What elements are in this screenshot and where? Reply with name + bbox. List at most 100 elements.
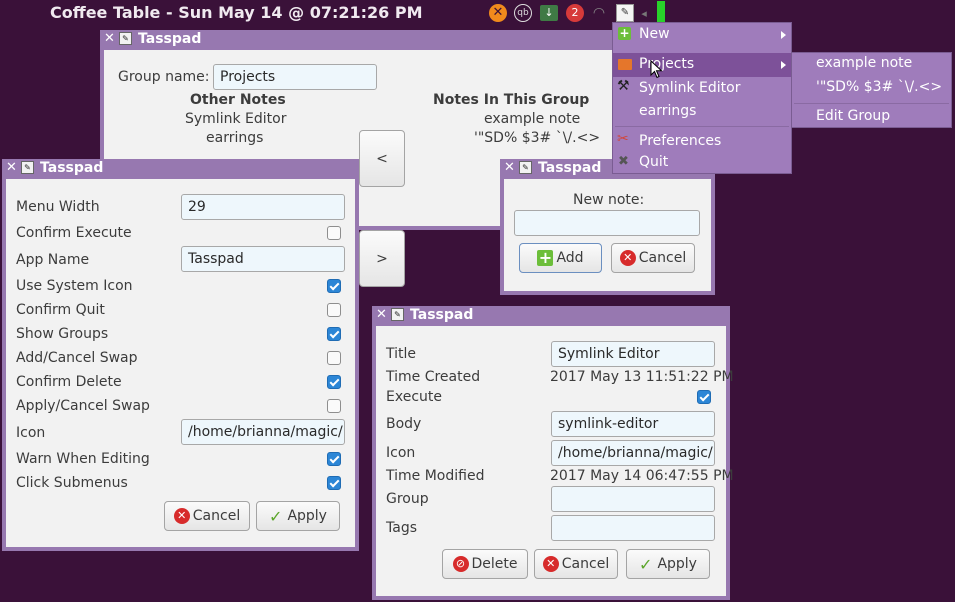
use-system-icon-checkbox[interactable] [327, 279, 341, 293]
top-panel: Coffee Table - Sun May 14 @ 07:21:26 PM … [0, 0, 955, 26]
group-note-item[interactable]: example note [484, 111, 580, 127]
other-note-item[interactable]: earrings [206, 130, 263, 146]
group-note-item[interactable]: '"SD% $3# `\/.<> [474, 130, 600, 146]
move-right-button[interactable]: > [359, 230, 405, 287]
apply-button[interactable]: ✓ Apply [256, 501, 340, 531]
icon-path-input[interactable]: /home/brianna/magic/ [181, 419, 345, 445]
cancel-button-label: Cancel [638, 250, 687, 266]
plus-icon: + [618, 26, 631, 40]
notification-badge-icon[interactable]: 2 [564, 2, 586, 24]
cancel-button-label: Cancel [192, 508, 241, 524]
tasspad-icon: ✎ [391, 308, 404, 321]
menu-width-label: Menu Width [16, 199, 100, 215]
menu-item-label: New [639, 26, 670, 42]
close-icon[interactable]: ✕ [104, 30, 116, 48]
time-modified-value: 2017 May 14 06:47:55 PM [550, 468, 734, 484]
icon-label: Icon [386, 445, 416, 461]
add-button[interactable]: + Add [519, 243, 602, 273]
group-name-label: Group name: [118, 69, 210, 85]
quit-icon: ✖ [618, 154, 629, 169]
download-tray-icon[interactable]: ↓ [538, 2, 560, 24]
tray-menu: + New Projects ⚒ Symlink Editor earrings… [612, 22, 792, 174]
qbittorrent-tray-icon[interactable]: qb [512, 2, 534, 24]
tasspad-icon: ✎ [21, 161, 34, 174]
window-title: Tasspad [410, 307, 474, 323]
note-editor-window-titlebar[interactable]: ✕ ✎ Tasspad [372, 306, 730, 324]
volume-icon[interactable]: ◂ [637, 2, 651, 24]
title-input[interactable]: Symlink Editor [551, 341, 715, 367]
group-label: Group [386, 491, 429, 507]
menu-item-preferences[interactable]: ✂ Preferences [613, 130, 791, 154]
icon-label: Icon [16, 425, 46, 441]
apply-cancel-swap-label: Apply/Cancel Swap [16, 398, 150, 414]
cancel-button[interactable]: ✕ Cancel [164, 501, 250, 531]
menu-item-label: Symlink Editor [639, 80, 741, 96]
menu-item-symlink-editor[interactable]: ⚒ Symlink Editor [613, 77, 791, 101]
show-groups-checkbox[interactable] [327, 327, 341, 341]
xfce-close-tray-icon[interactable]: ✕ [487, 2, 509, 24]
warn-when-editing-label: Warn When Editing [16, 451, 150, 467]
folder-icon [618, 59, 632, 70]
delete-button[interactable]: ⊘ Delete [442, 549, 528, 579]
tasspad-icon: ✎ [119, 32, 132, 45]
menu-item-label: Preferences [639, 133, 722, 149]
plus-icon: + [537, 248, 554, 267]
settings-window-titlebar[interactable]: ✕ ✎ Tasspad [2, 159, 359, 177]
body-label: Body [386, 416, 422, 432]
icon-path-input[interactable]: /home/brianna/magic/ [551, 440, 715, 466]
warn-when-editing-checkbox[interactable] [327, 452, 341, 466]
click-submenus-checkbox[interactable] [327, 476, 341, 490]
wifi-icon[interactable]: ◠ [589, 2, 609, 24]
group-notes-heading: Notes In This Group [433, 92, 590, 108]
body-input[interactable]: symlink-editor [551, 411, 715, 437]
battery-icon [657, 1, 665, 23]
apply-button[interactable]: ✓ Apply [626, 549, 710, 579]
cancel-icon: ✕ [542, 556, 559, 572]
title-label: Title [386, 346, 417, 362]
apply-button-label: Apply [657, 556, 697, 572]
group-window-titlebar[interactable]: ✕ ✎ Tasspad [100, 30, 665, 48]
close-icon[interactable]: ✕ [376, 306, 388, 324]
new-note-input[interactable] [514, 210, 700, 236]
tags-label: Tags [386, 520, 417, 536]
submenu-item-edit-group[interactable]: Edit Group [816, 108, 890, 124]
cancel-button-label: Cancel [561, 556, 610, 572]
panel-clock: Coffee Table - Sun May 14 @ 07:21:26 PM [50, 3, 423, 22]
checkmark-icon: ✓ [639, 554, 653, 574]
close-icon[interactable]: ✕ [6, 159, 18, 177]
confirm-delete-checkbox[interactable] [327, 375, 341, 389]
add-cancel-swap-checkbox[interactable] [327, 351, 341, 365]
show-groups-label: Show Groups [16, 326, 109, 342]
execute-checkbox[interactable] [697, 390, 711, 404]
click-submenus-label: Click Submenus [16, 475, 128, 491]
delete-button-label: Delete [471, 556, 518, 572]
cancel-button[interactable]: ✕ Cancel [611, 243, 695, 273]
submenu-item[interactable]: '"SD% $3# `\/.<> [816, 79, 942, 95]
window-title: Tasspad [40, 160, 104, 176]
group-input[interactable] [551, 486, 715, 512]
group-name-input[interactable]: Projects [213, 64, 377, 90]
cancel-button[interactable]: ✕ Cancel [534, 549, 618, 579]
window-title: Tasspad [538, 160, 602, 176]
new-note-window-body: New note: + Add ✕ Cancel [504, 179, 711, 291]
submenu-item[interactable]: example note [816, 55, 912, 71]
add-cancel-swap-label: Add/Cancel Swap [16, 350, 138, 366]
confirm-delete-label: Confirm Delete [16, 374, 122, 390]
execute-label: Execute [386, 389, 442, 405]
menu-item-projects[interactable]: Projects [613, 53, 791, 77]
apply-cancel-swap-checkbox[interactable] [327, 399, 341, 413]
menu-item-earrings[interactable]: earrings [613, 100, 791, 124]
tags-input[interactable] [551, 515, 715, 541]
cancel-icon: ✕ [173, 508, 190, 524]
other-note-item[interactable]: Symlink Editor [185, 111, 286, 127]
confirm-execute-checkbox[interactable] [327, 226, 341, 240]
confirm-quit-checkbox[interactable] [327, 303, 341, 317]
menu-width-input[interactable]: 29 [181, 194, 345, 220]
time-created-label: Time Created [386, 369, 481, 385]
tasspad-tray-icon[interactable]: ✎ [614, 2, 636, 24]
move-left-button[interactable]: < [359, 130, 405, 187]
menu-item-new[interactable]: + New [613, 23, 791, 47]
menu-item-quit[interactable]: ✖ Quit [613, 153, 791, 175]
close-icon[interactable]: ✕ [504, 159, 516, 177]
app-name-input[interactable]: Tasspad [181, 246, 345, 272]
